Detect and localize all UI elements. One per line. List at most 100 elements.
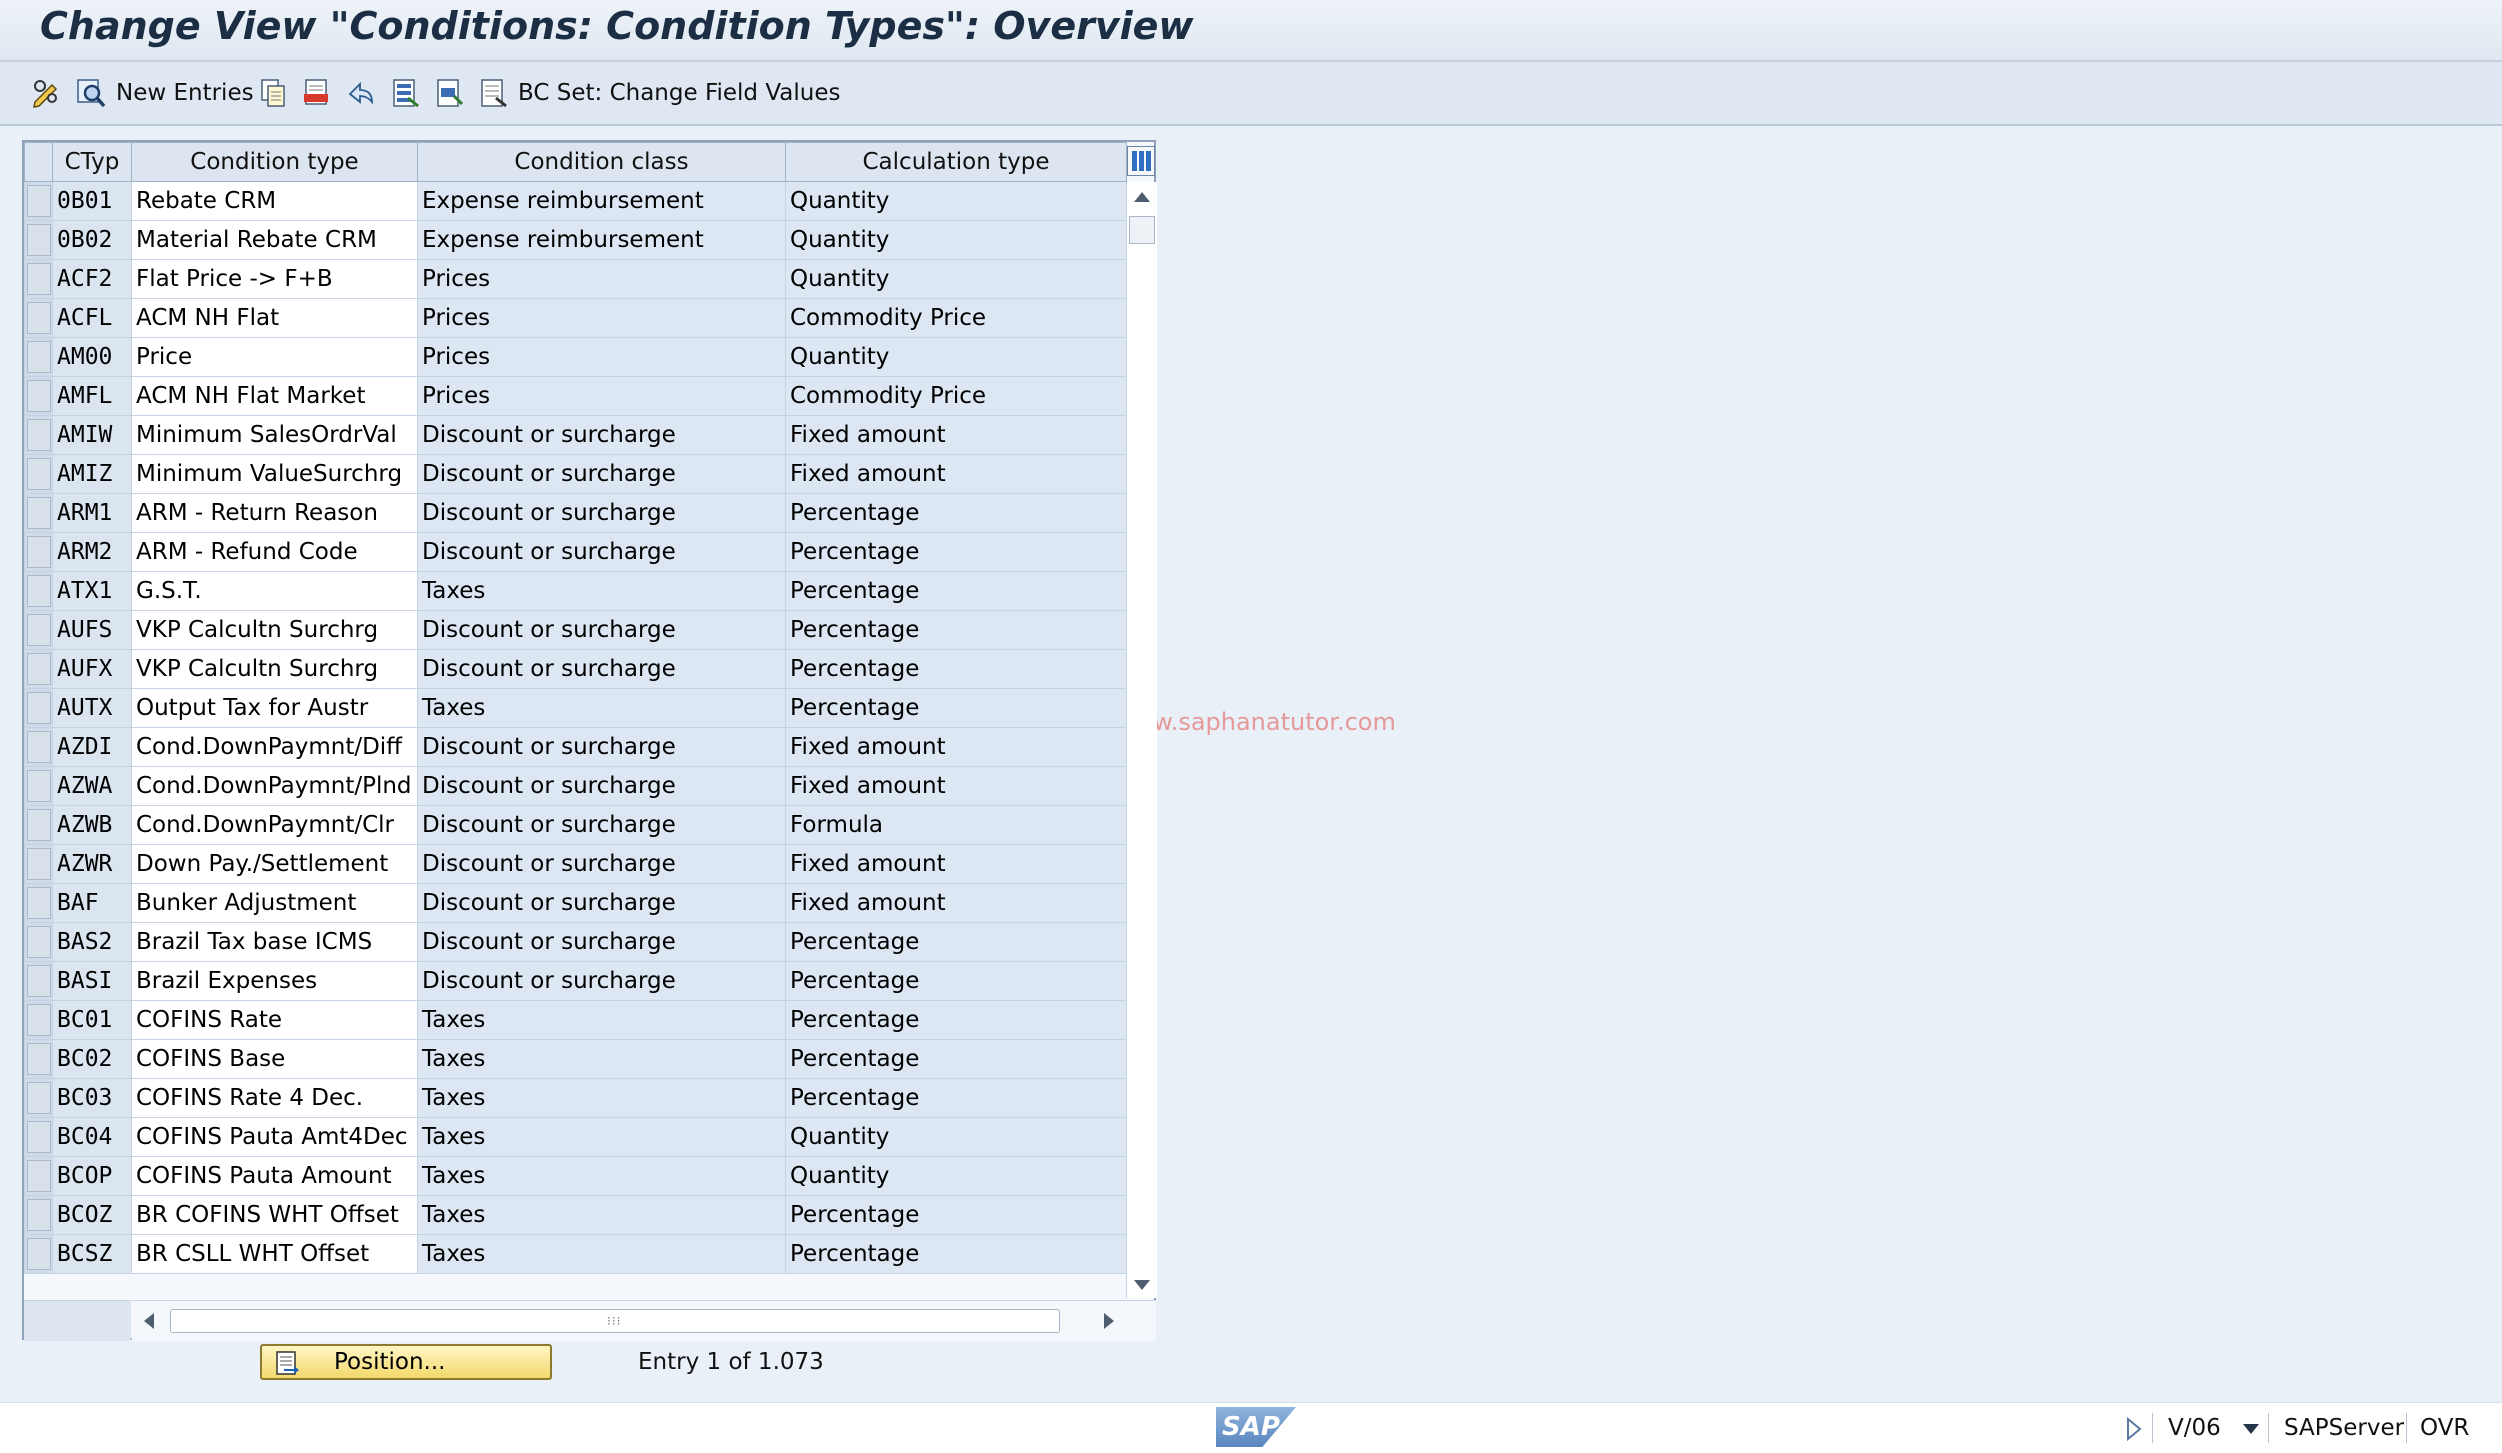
table-row[interactable]: BCOP COFINS Pauta Amount Taxes Quantity [24, 1156, 1127, 1196]
row-selector[interactable] [24, 493, 53, 533]
table-row[interactable]: BC02 COFINS Base Taxes Percentage [24, 1039, 1127, 1079]
row-selector[interactable] [24, 259, 53, 299]
calculation-type-cell[interactable]: Commodity Price [785, 376, 1127, 416]
calculation-type-cell[interactable]: Percentage [785, 532, 1127, 572]
condition-type-cell[interactable]: Bunker Adjustment [131, 883, 418, 923]
table-row[interactable]: AUTX Output Tax for Austr Taxes Percentage [24, 688, 1127, 728]
row-selector-button[interactable] [26, 185, 51, 217]
row-selector[interactable] [24, 298, 53, 338]
table-row[interactable]: AM00 Price Prices Quantity [24, 337, 1127, 377]
row-selector-button[interactable] [26, 926, 51, 958]
condition-type-cell[interactable]: BR CSLL WHT Offset [131, 1234, 418, 1274]
condition-type-cell[interactable]: COFINS Pauta Amount [131, 1156, 418, 1196]
condition-class-cell[interactable]: Expense reimbursement [417, 181, 786, 221]
select-all-rows-header[interactable] [24, 142, 53, 182]
select-block-button[interactable] [432, 74, 466, 112]
row-selector[interactable] [24, 532, 53, 572]
condition-type-cell[interactable]: ARM - Return Reason [131, 493, 418, 533]
calculation-type-cell[interactable]: Fixed amount [785, 727, 1127, 767]
condition-type-cell[interactable]: Minimum ValueSurchrg [131, 454, 418, 494]
row-selector[interactable] [24, 376, 53, 416]
calculation-type-cell[interactable]: Percentage [785, 922, 1127, 962]
condition-type-cell[interactable]: ACM NH Flat Market [131, 376, 418, 416]
condition-class-cell[interactable]: Taxes [417, 1156, 786, 1196]
calculation-type-cell[interactable]: Fixed amount [785, 766, 1127, 806]
condition-class-cell[interactable]: Prices [417, 259, 786, 299]
table-row[interactable]: BC03 COFINS Rate 4 Dec. Taxes Percentage [24, 1078, 1127, 1118]
table-row[interactable]: 0B02 Material Rebate CRM Expense reimburse… [24, 220, 1127, 260]
calculation-type-cell[interactable]: Percentage [785, 571, 1127, 611]
condition-class-cell[interactable]: Taxes [417, 1039, 786, 1079]
vertical-scrollbar[interactable] [1126, 182, 1157, 1298]
condition-type-cell[interactable]: VKP Calcultn Surchrg [131, 649, 418, 689]
row-selector-button[interactable] [26, 653, 51, 685]
row-selector[interactable] [24, 1195, 53, 1235]
table-row[interactable]: AZDI Cond.DownPaymnt/Diff Discount or surc… [24, 727, 1127, 767]
dropdown-triangle-icon[interactable] [2242, 1423, 2260, 1435]
condition-class-cell[interactable]: Taxes [417, 1117, 786, 1157]
row-selector[interactable] [24, 961, 53, 1001]
calculation-type-cell[interactable]: Quantity [785, 337, 1127, 377]
condition-type-cell[interactable]: ACM NH Flat [131, 298, 418, 338]
condition-type-cell[interactable]: Cond.DownPaymnt/Diff [131, 727, 418, 767]
column-header-calculation-type[interactable]: Calculation type [785, 142, 1127, 182]
calculation-type-cell[interactable]: Percentage [785, 649, 1127, 689]
table-row[interactable]: AZWB Cond.DownPaymnt/Clr Discount or surch… [24, 805, 1127, 845]
condition-type-cell[interactable]: Rebate CRM [131, 181, 418, 221]
condition-type-cell[interactable]: Cond.DownPaymnt/Clr [131, 805, 418, 845]
calculation-type-cell[interactable]: Fixed amount [785, 844, 1127, 884]
table-row[interactable]: ARM1 ARM - Return Reason Discount or surch… [24, 493, 1127, 533]
horizontal-scroll-thumb[interactable]: ⁝⁝⁝ [170, 1309, 1060, 1333]
table-row[interactable]: ARM2 ARM - Refund Code Discount or surchar… [24, 532, 1127, 572]
scroll-right-icon[interactable] [1104, 1313, 1114, 1329]
calculation-type-cell[interactable]: Quantity [785, 181, 1127, 221]
table-row[interactable]: AZWR Down Pay./Settlement Discount or surc… [24, 844, 1127, 884]
row-selector[interactable] [24, 922, 53, 962]
row-selector[interactable] [24, 883, 53, 923]
condition-class-cell[interactable]: Prices [417, 376, 786, 416]
condition-type-cell[interactable]: BR COFINS WHT Offset [131, 1195, 418, 1235]
select-all-button[interactable] [388, 74, 422, 112]
condition-class-cell[interactable]: Discount or surcharge [417, 727, 786, 767]
condition-class-cell[interactable]: Prices [417, 298, 786, 338]
condition-type-cell[interactable]: ARM - Refund Code [131, 532, 418, 572]
table-row[interactable]: ACF2 Flat Price -> F+B Prices Quantity [24, 259, 1127, 299]
calculation-type-cell[interactable]: Percentage [785, 1078, 1127, 1118]
table-row[interactable]: AZWA Cond.DownPaymnt/Plnd Discount or surc… [24, 766, 1127, 806]
table-row[interactable]: AUFS VKP Calcultn Surchrg Discount or surc… [24, 610, 1127, 650]
calculation-type-cell[interactable]: Quantity [785, 220, 1127, 260]
row-selector[interactable] [24, 1234, 53, 1274]
calculation-type-cell[interactable]: Percentage [785, 688, 1127, 728]
undo-change-button[interactable] [344, 74, 378, 112]
condition-type-cell[interactable]: VKP Calcultn Surchrg [131, 610, 418, 650]
display-change-button[interactable] [30, 74, 64, 112]
condition-class-cell[interactable]: Discount or surcharge [417, 493, 786, 533]
row-selector-button[interactable] [26, 1082, 51, 1114]
row-selector-button[interactable] [26, 1043, 51, 1075]
row-selector-button[interactable] [26, 458, 51, 490]
row-selector-button[interactable] [26, 341, 51, 373]
row-selector[interactable] [24, 181, 53, 221]
row-selector-button[interactable] [26, 1004, 51, 1036]
row-selector[interactable] [24, 337, 53, 377]
condition-type-cell[interactable]: Flat Price -> F+B [131, 259, 418, 299]
row-selector[interactable] [24, 220, 53, 260]
table-row[interactable]: BCOZ BR COFINS WHT Offset Taxes Percentage [24, 1195, 1127, 1235]
condition-type-cell[interactable]: Minimum SalesOrdrVal [131, 415, 418, 455]
row-selector[interactable] [24, 649, 53, 689]
condition-type-cell[interactable]: Material Rebate CRM [131, 220, 418, 260]
column-settings-button[interactable] [1127, 146, 1155, 176]
scroll-down-icon[interactable] [1134, 1280, 1150, 1290]
calculation-type-cell[interactable]: Fixed amount [785, 454, 1127, 494]
row-selector[interactable] [24, 844, 53, 884]
condition-type-cell[interactable]: COFINS Rate 4 Dec. [131, 1078, 418, 1118]
deselect-all-button[interactable]: BC Set: Change Field Values [476, 74, 840, 112]
condition-class-cell[interactable]: Discount or surcharge [417, 883, 786, 923]
row-selector-button[interactable] [26, 575, 51, 607]
row-selector[interactable] [24, 727, 53, 767]
calculation-type-cell[interactable]: Formula [785, 805, 1127, 845]
calculation-type-cell[interactable]: Percentage [785, 1234, 1127, 1274]
row-selector-button[interactable] [26, 692, 51, 724]
calculation-type-cell[interactable]: Percentage [785, 610, 1127, 650]
condition-type-cell[interactable]: Down Pay./Settlement [131, 844, 418, 884]
